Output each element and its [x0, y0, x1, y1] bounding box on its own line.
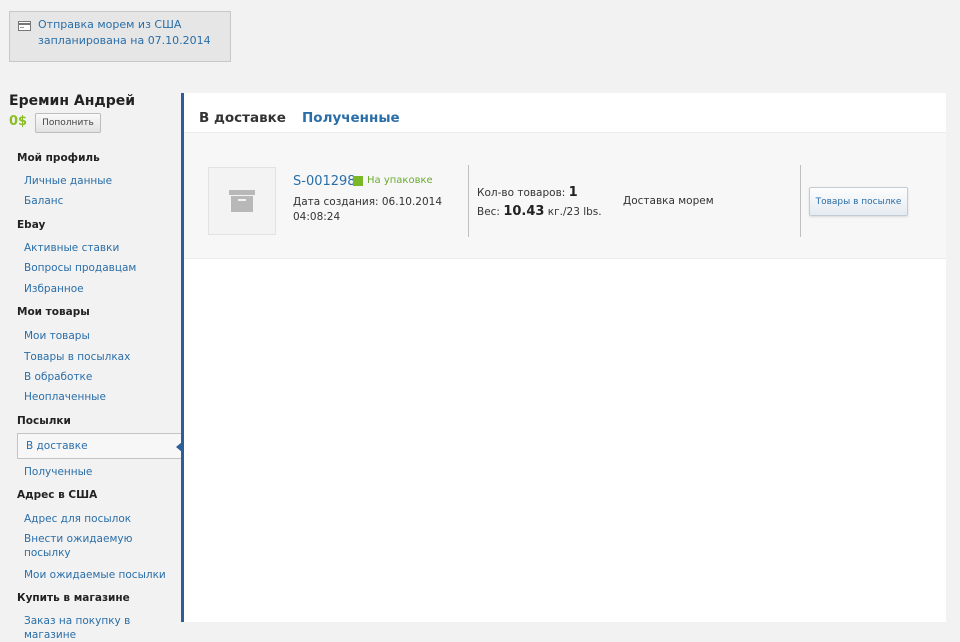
delivery-method: Доставка морем — [623, 195, 714, 207]
divider — [800, 165, 801, 237]
sidebar-item-unpaid[interactable]: Неоплаченные — [24, 390, 106, 404]
parcel-items-button[interactable]: Товары в посылке — [809, 187, 908, 216]
item-count-label: Кол-во товаров: — [477, 187, 569, 199]
balance-value: 0$ — [9, 114, 28, 129]
menu-section-goods: Мои товары — [17, 306, 90, 318]
notice-link-line2[interactable]: запланирована на 07.10.2014 — [38, 33, 222, 49]
sidebar-item-shop-order-line2[interactable]: магазине — [24, 628, 76, 642]
status-badge: На упаковке — [353, 175, 433, 186]
box-icon — [229, 190, 255, 212]
notice-link-line1[interactable]: Отправка морем из США — [38, 17, 222, 33]
sidebar-item-in-delivery[interactable]: В доставке — [17, 433, 182, 459]
tab-in-delivery[interactable]: В доставке — [199, 110, 286, 126]
parcel-thumbnail — [208, 167, 276, 235]
divider — [468, 165, 469, 237]
weight-unit: кг./23 lbs. — [544, 206, 602, 218]
sidebar-item-active-bids[interactable]: Активные ставки — [24, 241, 119, 255]
main-panel: В доставке Полученные S-001298 На упаков… — [181, 93, 946, 622]
parcel-weight: Вес: 10.43 кг./23 lbs. — [477, 204, 602, 219]
shipping-notice: Отправка морем из США запланирована на 0… — [9, 11, 231, 62]
sidebar-item-my-goods[interactable]: Мои товары — [24, 329, 90, 343]
creation-date-line1: Дата создания: 06.10.2014 — [293, 196, 442, 208]
parcel-card: S-001298 На упаковке Дата создания: 06.1… — [184, 132, 946, 259]
item-count-value: 1 — [568, 185, 578, 200]
sidebar-item-shop-order-line1[interactable]: Заказ на покупку в — [24, 614, 130, 628]
user-name: Еремин Андрей — [9, 93, 136, 109]
sidebar-item-received[interactable]: Полученные — [24, 465, 92, 479]
menu-section-ebay: Ebay — [17, 219, 46, 231]
status-text: На упаковке — [367, 175, 433, 186]
sidebar-item-add-expected-line2[interactable]: посылку — [24, 546, 71, 560]
topup-button[interactable]: Пополнить — [35, 113, 101, 133]
status-square-icon — [353, 175, 363, 186]
sidebar-item-goods-in-parcels[interactable]: Товары в посылках — [24, 350, 130, 364]
menu-section-shop: Купить в магазине — [17, 592, 130, 604]
menu-section-profile: Мой профиль — [17, 152, 100, 164]
sidebar-item-add-expected-line1[interactable]: Внести ожидаемую — [24, 532, 132, 546]
sidebar-item-processing[interactable]: В обработке — [24, 370, 92, 384]
sidebar-item-seller-questions[interactable]: Вопросы продавцам — [24, 261, 136, 275]
sidebar-item-favorites[interactable]: Избранное — [24, 282, 84, 296]
menu-section-parcels: Посылки — [17, 415, 71, 427]
weight-value: 10.43 — [503, 204, 545, 219]
menu-section-us-address: Адрес в США — [17, 489, 98, 501]
weight-label: Вес: — [477, 206, 504, 218]
card-icon — [18, 21, 31, 31]
sidebar-item-parcel-address[interactable]: Адрес для посылок — [24, 512, 131, 526]
sidebar-item-balance[interactable]: Баланс — [24, 194, 63, 208]
tab-received[interactable]: Полученные — [302, 110, 400, 126]
sidebar-item-personal-data[interactable]: Личные данные — [24, 174, 112, 188]
parcel-id-link[interactable]: S-001298 — [293, 174, 356, 189]
creation-date-line2: 04:08:24 — [293, 211, 341, 223]
creation-date: Дата создания: 06.10.2014 04:08:24 — [293, 195, 443, 225]
sidebar-item-label: В доставке — [26, 440, 88, 452]
item-count: Кол-во товаров: 1 — [477, 185, 578, 200]
sidebar-item-my-expected[interactable]: Мои ожидаемые посылки — [24, 568, 166, 582]
